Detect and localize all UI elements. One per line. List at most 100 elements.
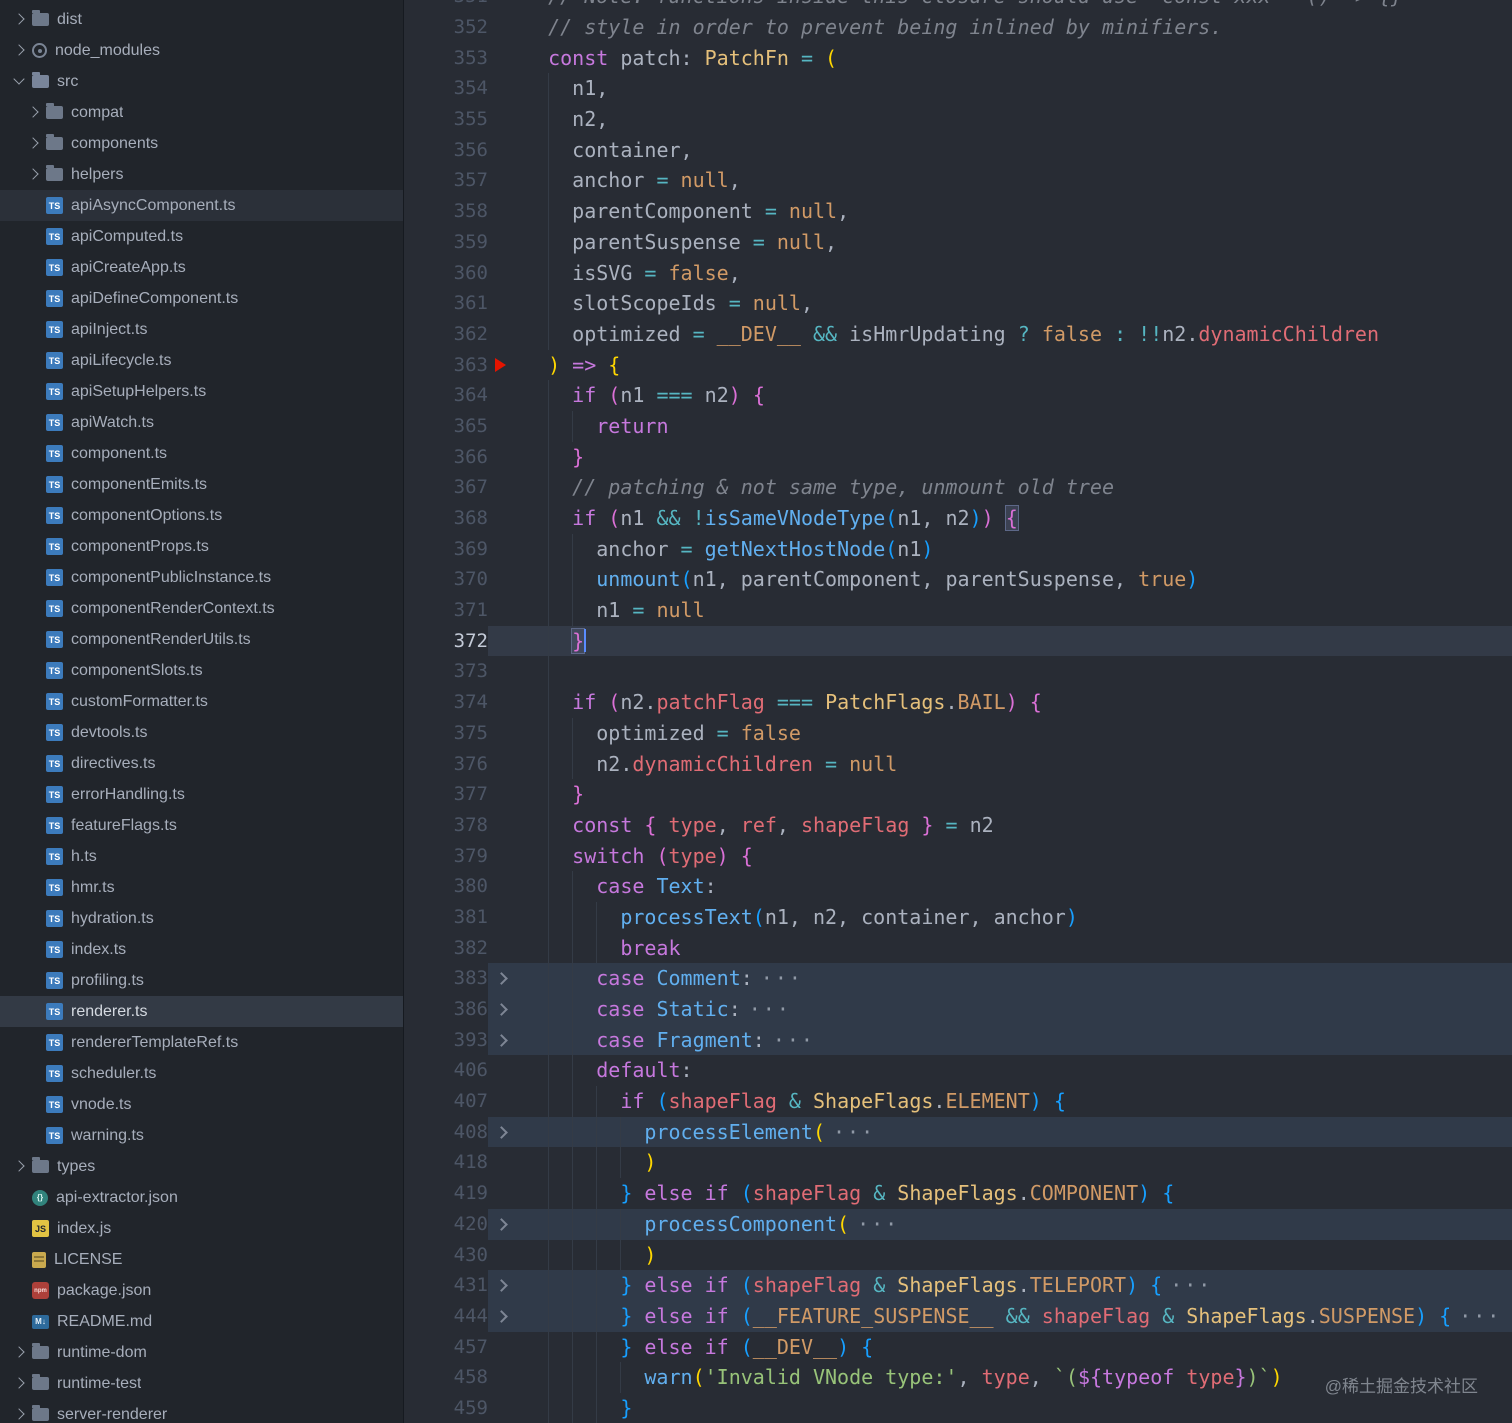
line-number-419[interactable]: 419: [404, 1178, 488, 1209]
code-line-419[interactable]: 419} else if (shapeFlag & ShapeFlags.COM…: [404, 1178, 1512, 1209]
line-number-352[interactable]: 352: [404, 12, 488, 43]
fold-chevron-icon[interactable]: [488, 1117, 522, 1148]
tree-item-warning-ts[interactable]: TS warning.ts: [0, 1120, 403, 1151]
code-line-357[interactable]: 357 anchor = null,: [404, 165, 1512, 197]
line-number-351[interactable]: 351: [404, 0, 488, 12]
tree-item-devtools-ts[interactable]: TS devtools.ts: [0, 717, 403, 748]
chevron-right-icon[interactable]: [8, 35, 32, 66]
code-line-375[interactable]: 375 optimized = false: [404, 717, 1512, 749]
code-line-362[interactable]: 362 optimized = __DEV__ && isHmrUpdating …: [404, 318, 1512, 350]
line-number-444[interactable]: 444: [404, 1301, 488, 1332]
code-line-363[interactable]: 363) => {: [404, 350, 1512, 381]
folded-code-indicator[interactable]: ···: [857, 1212, 899, 1236]
line-number-361[interactable]: 361: [404, 288, 488, 319]
folded-code-indicator[interactable]: ···: [761, 966, 803, 990]
line-number-459[interactable]: 459: [404, 1393, 488, 1423]
code-line-371[interactable]: 371 n1 = null: [404, 595, 1512, 626]
line-number-354[interactable]: 354: [404, 73, 488, 104]
tree-item-renderertemplateref-ts[interactable]: TS rendererTemplateRef.ts: [0, 1027, 403, 1058]
code-line-382[interactable]: 382 break: [404, 932, 1512, 964]
tree-item-componentslots-ts[interactable]: TS componentSlots.ts: [0, 655, 403, 686]
tree-item-dist[interactable]: dist: [0, 4, 403, 35]
code-line-380[interactable]: 380 case Text:: [404, 871, 1512, 902]
line-number-362[interactable]: 362: [404, 319, 488, 350]
tree-item-h-ts[interactable]: TS h.ts: [0, 841, 403, 872]
chevron-right-icon[interactable]: [8, 1151, 32, 1182]
tree-item-apiwatch-ts[interactable]: TS apiWatch.ts: [0, 407, 403, 438]
code-line-407[interactable]: 407 if (shapeFlag & ShapeFlags.ELEMENT) {: [404, 1086, 1512, 1117]
code-line-369[interactable]: 369 anchor = getNextHostNode(n1): [404, 533, 1512, 565]
code-line-374[interactable]: 374 if (n2.patchFlag === PatchFlags.BAIL)…: [404, 687, 1512, 718]
tree-item-componentrendercontext-ts[interactable]: TS componentRenderContext.ts: [0, 593, 403, 624]
code-line-418[interactable]: 418): [404, 1147, 1512, 1179]
tree-item-index-js[interactable]: JS index.js: [0, 1213, 403, 1244]
tree-item-componentoptions-ts[interactable]: TS componentOptions.ts: [0, 500, 403, 531]
tree-item-componentpublicinstance-ts[interactable]: TS componentPublicInstance.ts: [0, 562, 403, 593]
line-number-393[interactable]: 393: [404, 1025, 488, 1056]
folded-code-indicator[interactable]: ···: [833, 1120, 875, 1144]
chevron-right-icon[interactable]: [8, 1337, 32, 1368]
code-line-379[interactable]: 379 switch (type) {: [404, 840, 1512, 872]
line-number-386[interactable]: 386: [404, 994, 488, 1025]
line-number-373[interactable]: 373: [404, 656, 488, 687]
breakpoint-arrow-icon[interactable]: [488, 350, 522, 381]
line-number-418[interactable]: 418: [404, 1147, 488, 1178]
line-number-375[interactable]: 375: [404, 718, 488, 749]
line-number-371[interactable]: 371: [404, 595, 488, 626]
line-number-383[interactable]: 383: [404, 963, 488, 994]
code-line-355[interactable]: 355 n2,: [404, 104, 1512, 135]
chevron-down-icon[interactable]: [8, 66, 32, 97]
tree-item-node-modules[interactable]: node_modules: [0, 35, 403, 66]
tree-item-directives-ts[interactable]: TS directives.ts: [0, 748, 403, 779]
line-number-365[interactable]: 365: [404, 411, 488, 442]
tree-item-package-json[interactable]: npm package.json: [0, 1275, 403, 1306]
chevron-right-icon[interactable]: [22, 159, 46, 190]
code-line-459[interactable]: 459}: [404, 1392, 1512, 1423]
chevron-right-icon[interactable]: [22, 97, 46, 128]
line-number-359[interactable]: 359: [404, 227, 488, 258]
code-line-378[interactable]: 378 const { type, ref, shapeFlag } = n2: [404, 809, 1512, 841]
tree-item-apicreateapp-ts[interactable]: TS apiCreateApp.ts: [0, 252, 403, 283]
code-line-358[interactable]: 358 parentComponent = null,: [404, 196, 1512, 227]
code-line-377[interactable]: 377}: [404, 779, 1512, 810]
tree-item-server-renderer[interactable]: server-renderer: [0, 1399, 403, 1423]
tree-item-apilifecycle-ts[interactable]: TS apiLifecycle.ts: [0, 345, 403, 376]
line-number-380[interactable]: 380: [404, 871, 488, 902]
line-number-381[interactable]: 381: [404, 902, 488, 933]
tree-item-customformatter-ts[interactable]: TS customFormatter.ts: [0, 686, 403, 717]
tree-item-runtime-dom[interactable]: runtime-dom: [0, 1337, 403, 1368]
tree-item-components[interactable]: components: [0, 128, 403, 159]
tree-item-profiling-ts[interactable]: TS profiling.ts: [0, 965, 403, 996]
line-number-355[interactable]: 355: [404, 104, 488, 135]
tree-item-vnode-ts[interactable]: TS vnode.ts: [0, 1089, 403, 1120]
tree-item-renderer-ts[interactable]: TS renderer.ts: [0, 996, 403, 1027]
line-number-430[interactable]: 430: [404, 1240, 488, 1271]
code-line-370[interactable]: 370 unmount(n1, parentComponent, parentSu…: [404, 564, 1512, 596]
line-number-376[interactable]: 376: [404, 749, 488, 780]
code-line-431[interactable]: 431} else if (shapeFlag & ShapeFlags.TEL…: [404, 1270, 1512, 1301]
line-number-357[interactable]: 357: [404, 165, 488, 196]
tree-item-types[interactable]: types: [0, 1151, 403, 1182]
tree-item-compat[interactable]: compat: [0, 97, 403, 128]
code-line-351[interactable]: 351 // Note: functions inside this closur…: [404, 0, 1512, 12]
code-line-393[interactable]: 393 case Fragment: ···: [404, 1024, 1512, 1056]
tree-item-component-ts[interactable]: TS component.ts: [0, 438, 403, 469]
code-line-354[interactable]: 354 n1,: [404, 73, 1512, 105]
line-number-358[interactable]: 358: [404, 196, 488, 227]
tree-item-apiasynccomponent-ts[interactable]: TS apiAsyncComponent.ts: [0, 190, 403, 221]
tree-item-src[interactable]: src: [0, 66, 403, 97]
tree-item-componentprops-ts[interactable]: TS componentProps.ts: [0, 531, 403, 562]
tree-item-componentrenderutils-ts[interactable]: TS componentRenderUtils.ts: [0, 624, 403, 655]
tree-item-apicomputed-ts[interactable]: TS apiComputed.ts: [0, 221, 403, 252]
fold-chevron-icon[interactable]: [488, 1025, 522, 1056]
code-line-359[interactable]: 359 parentSuspense = null,: [404, 226, 1512, 258]
code-line-430[interactable]: 430): [404, 1239, 1512, 1271]
line-number-379[interactable]: 379: [404, 841, 488, 872]
code-line-367[interactable]: 367 // patching & not same type, unmount …: [404, 472, 1512, 503]
folded-code-indicator[interactable]: ···: [1459, 1304, 1501, 1328]
line-number-374[interactable]: 374: [404, 687, 488, 718]
tree-item-hydration-ts[interactable]: TS hydration.ts: [0, 903, 403, 934]
code-line-360[interactable]: 360 isSVG = false,: [404, 257, 1512, 289]
line-number-368[interactable]: 368: [404, 503, 488, 534]
line-number-408[interactable]: 408: [404, 1117, 488, 1148]
